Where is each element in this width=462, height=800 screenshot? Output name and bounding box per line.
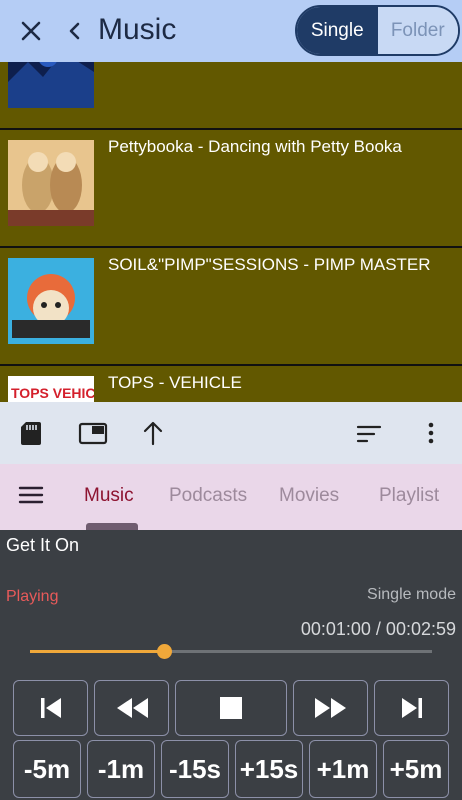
jump-plus-15s-button[interactable]: +15s	[235, 740, 303, 798]
list-item[interactable]: Pettybooka - Dancing with Petty Booka	[0, 130, 462, 246]
now-playing-title: Get It On	[6, 535, 80, 555]
seek-progress	[30, 650, 165, 653]
arrow-up-icon[interactable]	[136, 416, 170, 450]
seek-thumb[interactable]	[157, 644, 173, 659]
track-name: SOIL&"PIMP"SESSIONS - PIMP MASTER	[108, 255, 431, 274]
top-app-bar: Music Single Folder	[0, 0, 462, 62]
track-name: Pettybooka - Dancing with Petty Booka	[108, 137, 402, 156]
more-vert-icon[interactable]	[414, 416, 448, 450]
skip-next-icon	[401, 698, 422, 718]
jump-plus-5m-button[interactable]: +5m	[383, 740, 449, 798]
stop-icon	[220, 697, 242, 719]
mode-segmented-control: Single Folder	[295, 5, 460, 56]
album-art: TOPS VEHICLE	[8, 376, 94, 402]
time-readout: 00:01:00 / 00:02:59	[300, 619, 456, 639]
svg-text:TOPS VEHICLE: TOPS VEHICLE	[11, 385, 94, 401]
skip-previous-icon	[40, 698, 61, 718]
sd-card-icon[interactable]	[14, 416, 48, 450]
jump-minus-1m-button[interactable]: -1m	[87, 740, 155, 798]
category-tabs: Music Podcasts Movies Playlist	[0, 464, 462, 530]
chevron-left-icon[interactable]	[62, 14, 88, 48]
rewind-button[interactable]	[94, 680, 169, 736]
picture-in-picture-icon[interactable]	[76, 416, 110, 450]
tab-podcasts[interactable]: Podcasts	[169, 482, 247, 510]
fast-forward-icon	[314, 698, 346, 718]
tab-music[interactable]: Music	[84, 482, 134, 510]
track-name: TOPS - VEHICLE	[108, 373, 242, 392]
tab-indicator	[86, 523, 138, 530]
sort-icon[interactable]	[352, 416, 386, 450]
skip-next-button[interactable]	[374, 680, 449, 736]
hamburger-menu-icon[interactable]	[16, 480, 46, 510]
album-art	[8, 258, 94, 344]
album-art	[8, 62, 94, 108]
list-item[interactable]: SOIL&"PIMP"SESSIONS - PIMP MASTER	[0, 248, 462, 364]
list-item[interactable]	[0, 62, 462, 128]
bottom-toolbar	[0, 402, 462, 464]
segment-folder[interactable]: Folder	[377, 7, 458, 54]
jump-minus-5m-button[interactable]: -5m	[13, 740, 81, 798]
player-panel: Get It On Playing Single mode 00:01:00 /…	[0, 530, 462, 800]
skip-previous-button[interactable]	[13, 680, 88, 736]
jump-minus-15s-button[interactable]: -15s	[161, 740, 229, 798]
page-title: Music	[98, 13, 177, 46]
album-art	[8, 140, 94, 226]
segment-single[interactable]: Single	[297, 7, 378, 54]
stop-button[interactable]	[175, 680, 287, 736]
list-item[interactable]: TOPS VEHICLE TOPS - VEHICLE	[0, 366, 462, 402]
jump-plus-1m-button[interactable]: +1m	[309, 740, 377, 798]
play-mode-label: Single mode	[367, 586, 456, 603]
track-list: Pettybooka - Dancing with Petty Booka SO…	[0, 62, 462, 402]
playback-status: Playing	[6, 588, 59, 605]
rewind-icon	[116, 698, 148, 718]
tab-movies[interactable]: Movies	[279, 482, 339, 510]
fast-forward-button[interactable]	[293, 680, 368, 736]
close-icon[interactable]	[14, 14, 48, 48]
tab-playlist[interactable]: Playlist	[379, 482, 439, 510]
